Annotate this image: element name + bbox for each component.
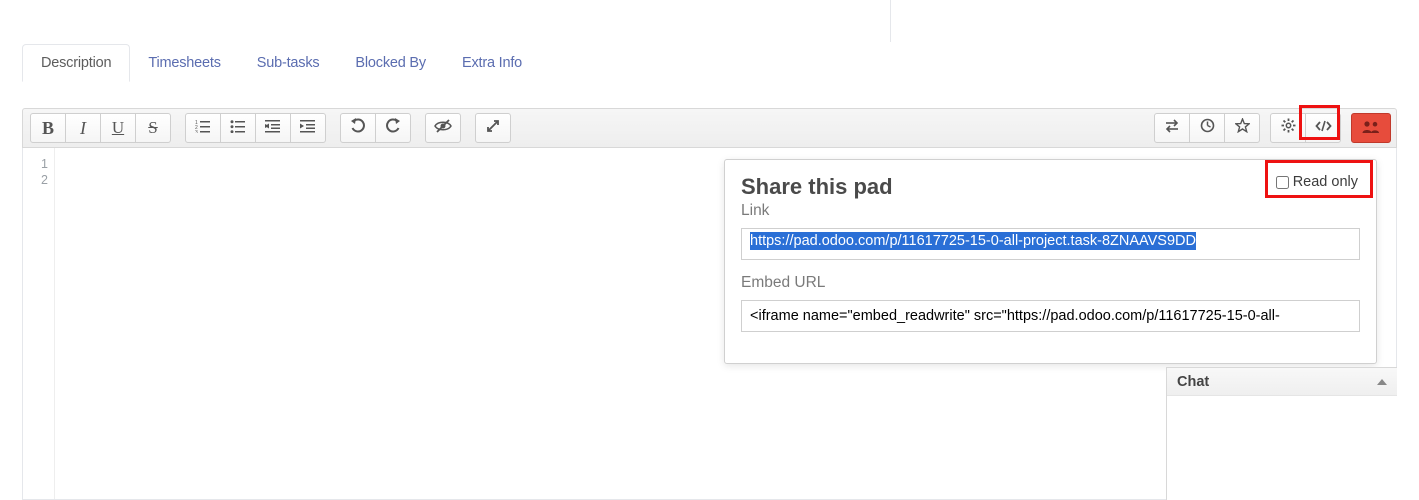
undo-button[interactable] bbox=[340, 113, 376, 143]
right-tools-2 bbox=[1270, 113, 1341, 143]
redo-icon bbox=[385, 118, 401, 139]
users-icon bbox=[1361, 120, 1381, 137]
chat-header[interactable]: Chat bbox=[1167, 368, 1397, 396]
clear-authorship-button[interactable] bbox=[425, 113, 461, 143]
settings-button[interactable] bbox=[1270, 113, 1306, 143]
line-gutter: 1 2 bbox=[23, 148, 55, 499]
tab-extra-info[interactable]: Extra Info bbox=[444, 45, 540, 81]
embed-button[interactable] bbox=[1305, 113, 1341, 143]
indent-icon bbox=[300, 119, 316, 138]
readonly-label: Read only bbox=[1293, 174, 1358, 190]
format-group: B I U S bbox=[30, 113, 171, 143]
task-tabs: Description Timesheets Sub-tasks Blocked… bbox=[22, 44, 540, 82]
chat-panel: Chat bbox=[1166, 367, 1397, 500]
svg-text:3: 3 bbox=[195, 130, 198, 133]
import-export-button[interactable] bbox=[1154, 113, 1190, 143]
history-group bbox=[340, 113, 411, 143]
tab-blocked-by[interactable]: Blocked By bbox=[337, 45, 444, 81]
chat-title: Chat bbox=[1177, 374, 1209, 390]
link-input[interactable]: https://pad.odoo.com/p/11617725-15-0-all… bbox=[741, 228, 1360, 260]
readonly-checkbox[interactable] bbox=[1276, 176, 1289, 189]
ordered-list-button[interactable]: 123 bbox=[185, 113, 221, 143]
swap-icon bbox=[1164, 119, 1180, 138]
chevron-up-icon bbox=[1377, 379, 1387, 385]
tab-description[interactable]: Description bbox=[22, 44, 130, 82]
gear-icon bbox=[1281, 118, 1296, 138]
list-group: 123 bbox=[185, 113, 326, 143]
undo-icon bbox=[350, 118, 366, 139]
link-label: Link bbox=[741, 202, 1360, 220]
tab-timesheets[interactable]: Timesheets bbox=[130, 45, 238, 81]
indent-button[interactable] bbox=[290, 113, 326, 143]
line-number: 1 bbox=[23, 156, 54, 172]
line-number: 2 bbox=[23, 172, 54, 188]
fullscreen-button[interactable] bbox=[475, 113, 511, 143]
show-users-button[interactable] bbox=[1351, 113, 1391, 143]
code-icon bbox=[1315, 119, 1332, 138]
share-popover: Share this pad Read only Link https://pa… bbox=[724, 159, 1377, 364]
right-tools-1 bbox=[1154, 113, 1260, 143]
editor-toolbar: B I U S 123 bbox=[22, 108, 1397, 148]
ordered-list-icon: 123 bbox=[195, 119, 211, 138]
underline-button[interactable]: U bbox=[100, 113, 136, 143]
top-divider bbox=[890, 0, 891, 42]
link-value-selected: https://pad.odoo.com/p/11617725-15-0-all… bbox=[750, 232, 1196, 250]
expand-icon bbox=[486, 119, 500, 138]
chat-body bbox=[1167, 396, 1397, 500]
embed-input[interactable] bbox=[741, 300, 1360, 332]
bold-button[interactable]: B bbox=[30, 113, 66, 143]
unordered-list-button[interactable] bbox=[220, 113, 256, 143]
share-title: Share this pad bbox=[741, 174, 1360, 200]
tab-subtasks[interactable]: Sub-tasks bbox=[239, 45, 338, 81]
outdent-button[interactable] bbox=[255, 113, 291, 143]
saved-revisions-button[interactable] bbox=[1224, 113, 1260, 143]
embed-label: Embed URL bbox=[741, 274, 1360, 292]
outdent-icon bbox=[265, 119, 281, 138]
clock-icon bbox=[1200, 118, 1215, 138]
italic-button[interactable]: I bbox=[65, 113, 101, 143]
timeslider-button[interactable] bbox=[1189, 113, 1225, 143]
strike-button[interactable]: S bbox=[135, 113, 171, 143]
eye-slash-icon bbox=[434, 119, 452, 138]
redo-button[interactable] bbox=[375, 113, 411, 143]
authorship-group bbox=[425, 113, 461, 143]
star-icon bbox=[1235, 118, 1250, 138]
readonly-toggle[interactable]: Read only bbox=[1272, 172, 1364, 192]
fullscreen-group bbox=[475, 113, 511, 143]
unordered-list-icon bbox=[230, 119, 246, 138]
app-root: Description Timesheets Sub-tasks Blocked… bbox=[0, 0, 1419, 500]
